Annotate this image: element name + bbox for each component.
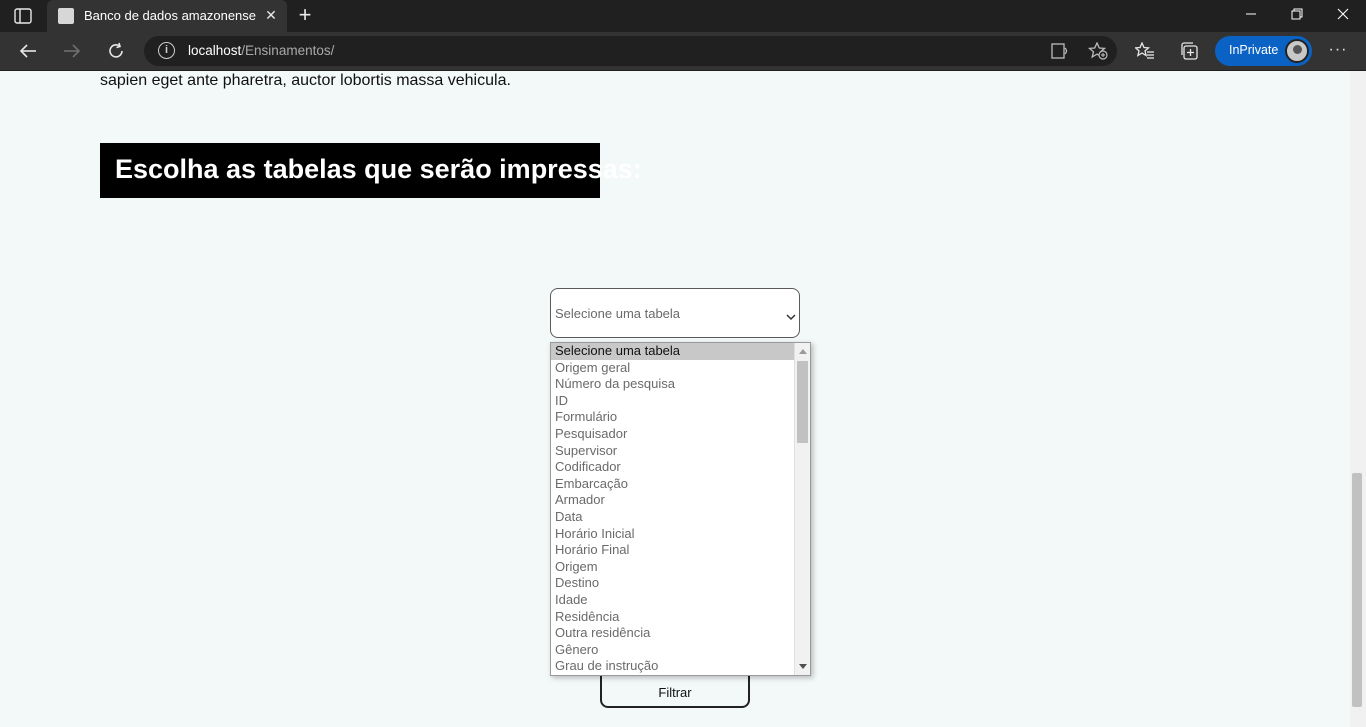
page-scrollbar[interactable] [1350, 71, 1366, 727]
favorites-icon[interactable] [1134, 40, 1156, 62]
chevron-down-icon [786, 309, 796, 321]
dropdown-option[interactable]: Residência [551, 609, 794, 626]
heading-box: Escolha as tabelas que serão impressas: [100, 143, 642, 198]
dropdown-option[interactable]: Gênero [551, 642, 794, 659]
more-options-icon[interactable]: ··· [1327, 40, 1349, 62]
url-path: /Ensinamentos/ [241, 43, 335, 58]
dropdown-option[interactable]: Número da pesquisa [551, 376, 794, 393]
dropdown-option[interactable]: Destino [551, 575, 794, 592]
page-scroll-thumb[interactable] [1352, 473, 1362, 707]
scroll-up-icon[interactable] [799, 349, 807, 354]
url-host: localhost [188, 43, 242, 58]
dropdown-option[interactable]: Armador [551, 492, 794, 509]
select-value: Selecione uma tabela [555, 306, 681, 321]
url-text[interactable]: localhost/Ensinamentos/ [188, 43, 334, 58]
dropdown-option[interactable]: Horário Inicial [551, 526, 794, 543]
scroll-down-icon[interactable] [799, 664, 807, 669]
info-icon[interactable]: i [158, 42, 175, 59]
dropdown-option[interactable]: Grau de instrução [551, 658, 794, 675]
dropdown-option[interactable]: Idade [551, 592, 794, 609]
restore-icon[interactable] [1274, 0, 1320, 32]
forward-icon[interactable] [56, 36, 88, 66]
dropdown-option[interactable]: Selecione uma tabela [551, 343, 794, 360]
close-tab-icon[interactable]: ✕ [262, 6, 280, 24]
close-window-icon[interactable] [1320, 0, 1366, 32]
dropdown-scrollbar[interactable] [794, 343, 810, 675]
dropdown-option[interactable]: Pesquisador [551, 426, 794, 443]
dropdown-option[interactable]: Supervisor [551, 443, 794, 460]
tab-title: Banco de dados amazonense [84, 8, 257, 23]
dropdown-option[interactable]: Data [551, 509, 794, 526]
dropdown-option[interactable]: ID [551, 393, 794, 410]
dropdown-option[interactable]: Origem geral [551, 360, 794, 377]
paragraph-text: sapien eget ante pharetra, auctor lobort… [100, 72, 511, 89]
browser-toolbar: i localhost/Ensinamentos/ InPrivate ··· [0, 32, 1366, 71]
minimize-icon[interactable] [1228, 0, 1274, 32]
back-icon[interactable] [12, 36, 44, 66]
dropdown-scroll-thumb[interactable] [797, 361, 808, 443]
add-favorite-icon[interactable] [1087, 41, 1108, 60]
table-select[interactable]: Selecione uma tabela [550, 288, 800, 338]
dropdown-option[interactable]: Embarcação [551, 476, 794, 493]
address-bar[interactable]: i localhost/Ensinamentos/ [144, 36, 1117, 66]
tab-actions-icon[interactable] [14, 8, 32, 24]
browser-tab[interactable]: Banco de dados amazonense ✕ [47, 0, 287, 32]
dropdown-option[interactable]: Codificador [551, 459, 794, 476]
page-content: sapien eget ante pharetra, auctor lobort… [0, 71, 1350, 727]
dropdown-option[interactable]: Horário Final [551, 542, 794, 559]
new-tab-icon[interactable]: + [294, 4, 316, 27]
favicon-icon [58, 8, 74, 24]
filter-label: Filtrar [658, 685, 692, 700]
read-aloud-icon[interactable] [1051, 42, 1069, 60]
dropdown-option[interactable]: Outra residência [551, 625, 794, 642]
collections-icon[interactable] [1178, 40, 1200, 62]
inprivate-button[interactable]: InPrivate [1215, 36, 1312, 66]
page-heading: Escolha as tabelas que serão impressas: [115, 154, 642, 184]
refresh-icon[interactable] [100, 36, 132, 66]
avatar [1285, 39, 1309, 63]
inprivate-label: InPrivate [1229, 43, 1279, 57]
dropdown-list[interactable]: Selecione uma tabela Origem geral Número d… [550, 342, 811, 676]
dropdown-option[interactable]: Origem [551, 559, 794, 576]
title-bar: Banco de dados amazonense ✕ + [0, 0, 1366, 32]
dropdown-option[interactable]: Formulário [551, 409, 794, 426]
